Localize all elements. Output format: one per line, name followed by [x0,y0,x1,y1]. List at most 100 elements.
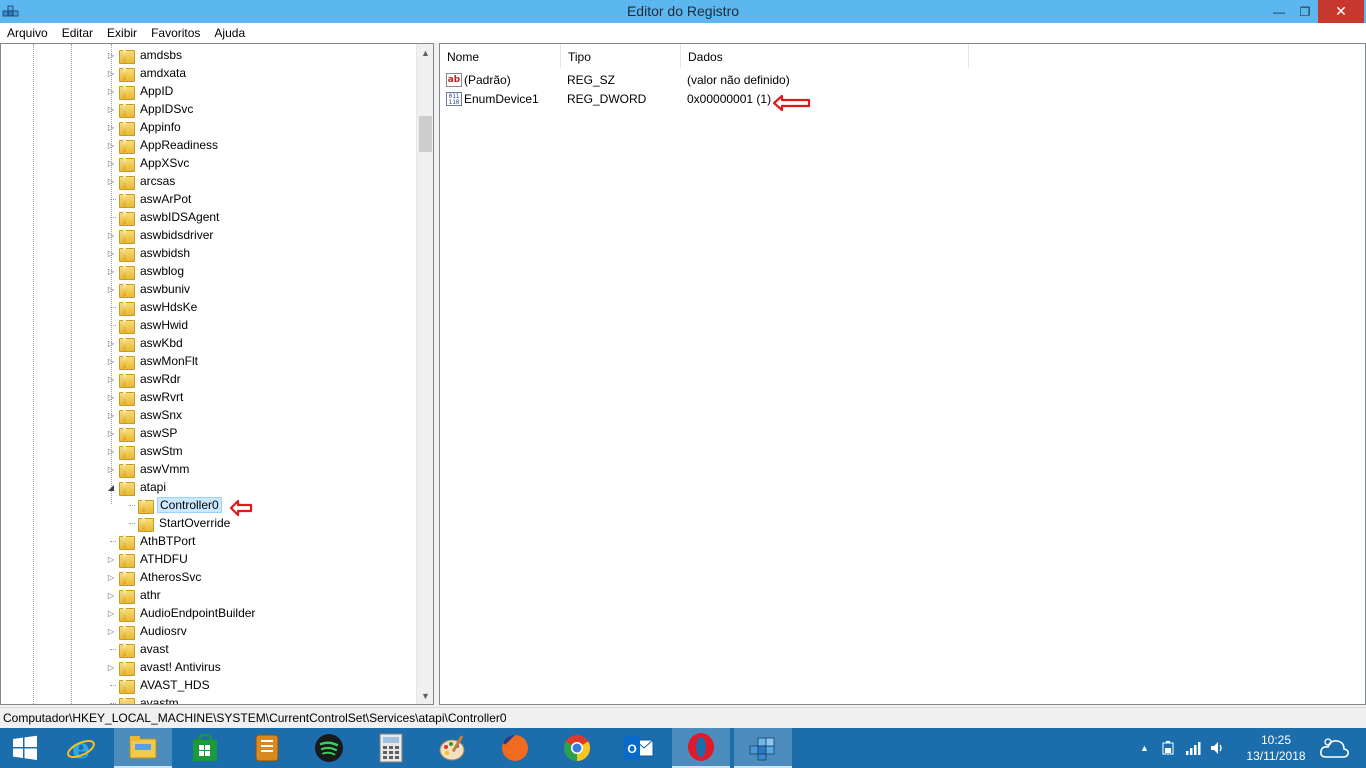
tree-item[interactable]: ▷ aswVmm [106,460,191,478]
menu-arquivo[interactable]: Arquivo [0,23,55,43]
expand-arrow-icon[interactable]: ▷ [106,460,116,478]
tree-item[interactable]: ▷ AppID [106,82,175,100]
tree-item[interactable]: ◢ atapi [106,478,168,496]
tree-item[interactable]: aswHwid [106,316,190,334]
expand-arrow-icon[interactable]: ▷ [106,118,116,136]
tree-item[interactable]: ▷ avast! Antivirus [106,658,223,676]
tree-item[interactable]: ▷ aswMonFlt [106,352,200,370]
taskbar-clock[interactable]: 10:25 13/11/2018 [1236,732,1316,764]
menu-favoritos[interactable]: Favoritos [144,23,207,43]
value-row[interactable]: 011 110 EnumDevice1 REG_DWORD 0x00000001… [440,89,1365,108]
expand-arrow-icon[interactable]: ▷ [106,100,116,118]
tree-item[interactable]: ▷ AtherosSvc [106,568,203,586]
column-header-dados[interactable]: Dados [681,44,969,68]
opera-icon[interactable] [672,728,730,768]
tree-item[interactable]: ▷ athr [106,586,163,604]
calculator-icon[interactable] [362,728,420,768]
store-icon[interactable] [176,728,234,768]
internet-explorer-icon[interactable]: e [52,728,110,768]
expand-arrow-icon[interactable]: ▷ [106,406,116,424]
file-explorer-icon[interactable] [114,728,172,768]
expand-arrow-icon[interactable]: ▷ [106,154,116,172]
tree-item[interactable]: AthBTPort [106,532,197,550]
spotify-icon[interactable] [300,728,358,768]
expand-arrow-icon[interactable]: ▷ [106,550,116,568]
scroll-thumb[interactable] [419,116,432,152]
tree-item[interactable]: ▷ aswRdr [106,370,183,388]
tree-item[interactable]: ▷ Audiosrv [106,622,189,640]
tree-item[interactable]: StartOverride [125,514,232,532]
tree-item[interactable]: ▷ AppXSvc [106,154,191,172]
column-header-nome[interactable]: Nome [440,44,561,68]
expand-arrow-icon[interactable]: ▷ [106,424,116,442]
expand-arrow-icon[interactable]: ▷ [106,280,116,298]
volume-icon[interactable] [1209,740,1227,756]
expand-arrow-icon[interactable]: ▷ [106,352,116,370]
menu-ajuda[interactable]: Ajuda [207,23,252,43]
values-list[interactable]: Nome Tipo Dados ab (Padrão) REG_SZ (valo… [439,43,1366,705]
expand-arrow-icon[interactable]: ▷ [106,622,116,640]
expand-arrow-icon[interactable]: ▷ [106,226,116,244]
outlook-icon[interactable]: O [610,728,668,768]
tree-item[interactable]: ▷ amdsbs [106,46,184,64]
tree-item[interactable]: ▷ aswSP [106,424,179,442]
column-header-tipo[interactable]: Tipo [561,44,681,68]
expand-arrow-icon[interactable]: ▷ [106,244,116,262]
tree-item[interactable]: ▷ aswblog [106,262,186,280]
close-button[interactable]: ✕ [1318,0,1364,23]
expand-arrow-icon[interactable]: ▷ [106,334,116,352]
battery-icon[interactable] [1161,740,1177,756]
maximize-button[interactable]: ❐ [1292,0,1318,23]
tree-item[interactable]: ▷ aswSnx [106,406,184,424]
tree-item[interactable]: ▷ aswbuniv [106,280,192,298]
expand-arrow-icon[interactable]: ▷ [106,388,116,406]
expand-arrow-icon[interactable]: ▷ [106,370,116,388]
network-signal-icon[interactable] [1185,740,1203,756]
firefox-icon[interactable] [486,728,544,768]
weather-icon[interactable] [1314,728,1354,768]
menu-editar[interactable]: Editar [55,23,100,43]
expand-arrow-icon[interactable]: ▷ [106,136,116,154]
expand-arrow-icon[interactable]: ▷ [106,442,116,460]
collapse-arrow-icon[interactable]: ◢ [106,478,116,496]
tree-item[interactable]: avastm [106,694,181,704]
expand-arrow-icon[interactable]: ▷ [106,658,116,676]
chrome-icon[interactable] [548,728,606,768]
expand-arrow-icon[interactable]: ▷ [106,586,116,604]
scroll-up-icon[interactable]: ▲ [417,44,433,61]
tree-item[interactable]: ▷ aswRvrt [106,388,185,406]
title-bar[interactable]: Editor do Registro — ❐ ✕ [0,0,1366,23]
value-row[interactable]: ab (Padrão) REG_SZ (valor não definido) [440,70,1365,89]
expand-arrow-icon[interactable]: ▷ [106,64,116,82]
expand-arrow-icon[interactable]: ▷ [106,46,116,64]
tree-item[interactable]: avast [106,640,171,658]
tree-item[interactable]: aswbIDSAgent [106,208,221,226]
expand-arrow-icon[interactable]: ▷ [106,82,116,100]
registry-tree[interactable]: ▷ amdsbs ▷ amdxata ▷ AppID ▷ AppIDSvc ▷ Appinfo ▷ A… [0,43,434,705]
tree-item[interactable]: ▷ aswbidsh [106,244,192,262]
tree-item[interactable]: ▷ ATHDFU [106,550,190,568]
tree-item[interactable]: ▷ aswbidsdriver [106,226,215,244]
tree-item[interactable]: ▷ AudioEndpointBuilder [106,604,257,622]
tree-item[interactable]: aswHdsKe [106,298,199,316]
tree-item[interactable]: ▷ AppIDSvc [106,100,195,118]
expand-arrow-icon[interactable]: ▷ [106,262,116,280]
minimize-button[interactable]: — [1266,0,1292,23]
show-hidden-icons-icon[interactable]: ▲ [1140,743,1149,753]
regedit-icon[interactable] [734,728,792,768]
tree-item[interactable]: ▷ amdxata [106,64,188,82]
menu-exibir[interactable]: Exibir [100,23,144,43]
tree-item[interactable]: ▷ aswStm [106,442,185,460]
paint-icon[interactable] [424,728,482,768]
windows-start-icon[interactable] [0,728,50,768]
tree-item[interactable]: aswArPot [106,190,193,208]
tree-item[interactable]: Controller0 [125,496,222,514]
scroll-down-icon[interactable]: ▼ [417,687,433,704]
expand-arrow-icon[interactable]: ▷ [106,568,116,586]
expand-arrow-icon[interactable]: ▷ [106,172,116,190]
tree-vertical-scrollbar[interactable]: ▲ ▼ [416,44,433,704]
tree-item[interactable]: ▷ Appinfo [106,118,183,136]
tree-item[interactable]: AVAST_HDS [106,676,212,694]
tree-item[interactable]: ▷ AppReadiness [106,136,220,154]
notes-icon[interactable] [238,728,296,768]
